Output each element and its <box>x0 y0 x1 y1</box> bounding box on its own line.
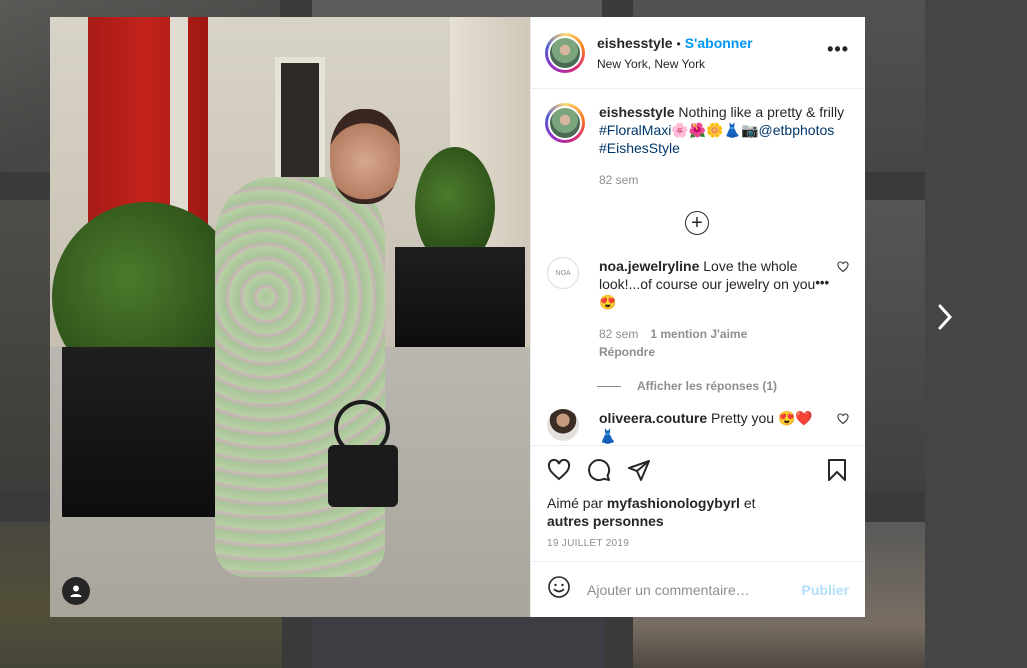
likes-mid: et <box>743 495 756 511</box>
caption-body: eishesstyle Nothing like a pretty & fril… <box>599 103 849 189</box>
author-meta: eishesstyle • S'abonner New York, New York <box>597 35 827 71</box>
photo-handbag <box>328 445 398 507</box>
caption-age[interactable]: 82 sem <box>599 171 849 189</box>
comment: oliveera.couture Pretty you 😍❤️👗 <box>545 409 849 445</box>
hashtag-link[interactable]: #EishesStyle <box>599 139 849 157</box>
comment-username[interactable]: noa.jewelryline <box>599 258 699 274</box>
comment-avatar-wrap: NOA <box>545 257 585 297</box>
liked-by-user[interactable]: myfashionologybyrl <box>607 495 740 511</box>
post-photo[interactable] <box>50 17 530 617</box>
comments-section[interactable]: eishesstyle Nothing like a pretty & fril… <box>531 89 865 445</box>
reply-button[interactable]: Répondre <box>599 343 827 361</box>
comment-like-button[interactable] <box>837 257 849 276</box>
comment-age[interactable]: 82 sem <box>599 327 638 341</box>
author-avatar[interactable] <box>545 32 585 73</box>
publish-button[interactable]: Publier <box>802 582 849 598</box>
post-sidebar: eishesstyle • S'abonner New York, New York… <box>530 17 865 617</box>
separator-dot: • <box>676 36 681 51</box>
photo-planter <box>62 347 222 517</box>
view-replies-label: Afficher les réponses (1) <box>637 379 778 393</box>
caption-emojis: 🌸🌺🌼👗📷 <box>671 122 759 138</box>
caption-avatar-wrap <box>545 103 585 143</box>
tagged-users-button[interactable] <box>62 577 90 605</box>
likes-summary: Aimé par myfashionologybyrl et autres pe… <box>547 494 849 530</box>
more-options-button[interactable]: ••• <box>827 39 849 66</box>
divider <box>597 385 621 387</box>
smiley-icon <box>548 576 570 598</box>
post-location[interactable]: New York, New York <box>597 57 827 71</box>
share-button[interactable] <box>627 450 667 490</box>
emoji-picker-button[interactable] <box>547 575 571 604</box>
action-icons <box>547 446 849 494</box>
comment-text: Pretty you <box>711 410 775 426</box>
caption-text: Nothing like a pretty & frilly <box>678 104 845 120</box>
hashtag-link[interactable]: #FloralMaxi <box>599 122 671 138</box>
comment-like-button[interactable] <box>837 409 849 428</box>
comment-body: noa.jewelryline Love the whole look!...o… <box>599 257 827 361</box>
likes-prefix: Aimé par <box>547 495 604 511</box>
comment-likes[interactable]: 1 mention J'aime <box>650 327 747 341</box>
photo-person-head <box>330 109 400 204</box>
comment-avatar[interactable] <box>547 409 579 441</box>
comment-avatar[interactable]: NOA <box>547 257 579 289</box>
save-button[interactable] <box>809 450 849 490</box>
mention-link[interactable]: @etbphotos <box>759 122 835 138</box>
post-actions: Aimé par myfashionologybyrl et autres pe… <box>531 445 865 561</box>
heart-icon <box>547 458 571 481</box>
add-comment-bar: Publier <box>531 561 865 617</box>
comment: NOA noa.jewelryline Love the whole look!… <box>545 257 849 361</box>
comment-username[interactable]: oliveera.couture <box>599 410 707 426</box>
user-icon <box>70 585 82 597</box>
comment-body: oliveera.couture Pretty you 😍❤️👗 <box>599 409 827 445</box>
photo-dress <box>215 177 385 577</box>
photo-planter <box>395 247 525 347</box>
load-more-comments: + <box>545 211 849 235</box>
avatar-image <box>548 106 582 140</box>
bookmark-icon <box>828 459 846 481</box>
share-icon <box>628 460 650 481</box>
liked-by-others-button[interactable]: autres personnes <box>547 512 849 530</box>
view-replies-button[interactable]: Afficher les réponses (1) <box>597 379 849 393</box>
next-post-button[interactable] <box>933 302 957 332</box>
comment-input[interactable] <box>587 581 802 598</box>
heart-icon <box>837 413 849 425</box>
post-modal: eishesstyle • S'abonner New York, New York… <box>50 17 865 617</box>
caption-username[interactable]: eishesstyle <box>599 104 675 120</box>
author-username[interactable]: eishesstyle <box>597 35 673 51</box>
like-button[interactable] <box>547 450 587 490</box>
comment-emoji: 😍 <box>599 294 617 310</box>
comment-options-button[interactable]: ••• <box>815 275 829 290</box>
caption: eishesstyle Nothing like a pretty & fril… <box>545 103 849 189</box>
chevron-right-icon <box>938 304 953 330</box>
post-date[interactable]: 19 JUILLET 2019 <box>547 538 849 549</box>
comment-avatar-wrap <box>545 409 585 445</box>
comment-meta: 82 sem 1 mention J'aime Répondre <box>599 325 827 361</box>
post-header: eishesstyle • S'abonner New York, New York… <box>531 17 865 89</box>
follow-button[interactable]: S'abonner <box>685 35 753 51</box>
comment-button[interactable] <box>587 450 627 490</box>
plus-circle-icon[interactable]: + <box>685 211 709 235</box>
avatar-image <box>548 35 582 70</box>
comment-icon <box>588 459 611 482</box>
heart-icon <box>837 261 849 273</box>
caption-avatar[interactable] <box>545 103 585 143</box>
